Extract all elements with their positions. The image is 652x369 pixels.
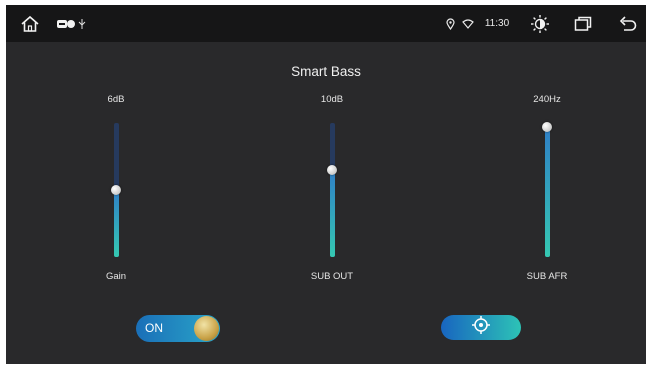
back-icon[interactable]	[616, 5, 640, 42]
gain-label: Gain	[105, 271, 127, 282]
gain-value: 6dB	[107, 94, 125, 105]
app-screen: 11:30 Smart Bass 6dB Gain 10dB SUB OUT 2…	[6, 5, 646, 364]
brightness-icon[interactable]	[528, 5, 552, 42]
sub-afr-slider-knob[interactable]	[542, 122, 552, 133]
sub-out-slider-track	[329, 123, 335, 257]
sub-out-slider[interactable]	[322, 123, 342, 257]
sub-afr-slider[interactable]	[537, 122, 557, 257]
sub-afr-slider-track	[544, 123, 550, 257]
usb-icon	[76, 5, 88, 42]
locate-button[interactable]	[441, 315, 521, 340]
media-icon	[55, 5, 77, 42]
gain-slider-knob[interactable]	[111, 185, 121, 195]
sub-out-slider-knob[interactable]	[327, 164, 337, 175]
power-toggle-label: ON	[145, 321, 163, 335]
sub-out-value: 10dB	[320, 94, 344, 105]
sub-afr-label: SUB AFR	[526, 271, 568, 282]
sub-out-label: SUB OUT	[310, 271, 354, 282]
status-time: 11:30	[484, 18, 510, 29]
page-title: Smart Bass	[291, 64, 361, 79]
gain-slider-fill	[113, 190, 119, 257]
wifi-icon	[460, 5, 476, 42]
location-icon	[443, 5, 457, 42]
gain-slider[interactable]	[106, 123, 126, 257]
power-toggle-thumb	[194, 316, 219, 341]
home-icon[interactable]	[18, 5, 42, 42]
sub-afr-slider-fill	[544, 127, 550, 257]
sub-out-slider-fill	[329, 169, 335, 257]
power-toggle[interactable]: ON	[136, 315, 220, 342]
crosshair-icon	[471, 315, 491, 340]
sub-afr-value: 240Hz	[533, 94, 561, 105]
status-bar: 11:30	[6, 5, 646, 42]
recent-apps-icon[interactable]	[571, 5, 595, 42]
